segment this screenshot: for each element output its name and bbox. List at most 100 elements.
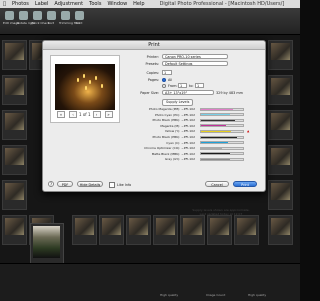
page-indicator: 1 of 1 bbox=[79, 112, 91, 117]
thumbnail[interactable] bbox=[268, 40, 293, 70]
supply-name: Magenta (M): ~PFI-102 bbox=[160, 123, 195, 128]
supply-name: Matte Black (MBK): ~PFI-102 bbox=[151, 151, 195, 156]
thumbnail[interactable] bbox=[72, 215, 97, 245]
thumbnail[interactable] bbox=[180, 215, 205, 245]
thumbnail[interactable] bbox=[268, 215, 293, 245]
supply-level-row: Photo Black (PBK): ~PFI-102 bbox=[131, 135, 261, 139]
supply-level-bar bbox=[200, 152, 244, 156]
status-mid: Image Count bbox=[206, 293, 226, 297]
thumbnail[interactable] bbox=[2, 110, 27, 140]
to-input[interactable]: 1 bbox=[195, 83, 204, 88]
supply-name: Photo Magenta (PM): ~PFI-102 bbox=[148, 107, 195, 111]
thumbnail[interactable] bbox=[234, 215, 259, 245]
supply-level-row: Cyan (C): ~PFI-102 bbox=[131, 141, 261, 145]
next-page-button[interactable]: › bbox=[92, 111, 101, 118]
sort-button[interactable]: Sort bbox=[45, 11, 57, 25]
paper-size-select[interactable]: A3+ 13"x19" bbox=[162, 90, 214, 95]
hide-details-button[interactable]: Hide Details bbox=[77, 181, 103, 187]
supply-level-fill bbox=[201, 153, 231, 155]
supply-level-row: Photo Cyan (PC): ~PFI-102 bbox=[131, 113, 261, 117]
pdf-button[interactable]: PDF bbox=[57, 181, 73, 187]
trimming-tool-button[interactable]: Trimming Tool bbox=[59, 11, 80, 25]
thumbnail[interactable] bbox=[2, 180, 27, 210]
thumbnail[interactable] bbox=[126, 215, 151, 245]
supply-name: Gray (GY): ~PFI-102 bbox=[164, 157, 195, 162]
supply-level-fill bbox=[201, 108, 233, 110]
panel-selector[interactable]: Supply Levels bbox=[162, 99, 194, 106]
selected-thumbnail[interactable] bbox=[30, 223, 64, 265]
supply-level-bar bbox=[200, 157, 244, 161]
print-confirm-button[interactable]: Print bbox=[233, 181, 257, 187]
pages-all-radio[interactable] bbox=[162, 78, 166, 82]
supply-level-row: Chroma Optimizer (CO): ~PFI-102 bbox=[131, 146, 261, 150]
print-button[interactable]: Print bbox=[73, 11, 85, 25]
pages-all-label: All bbox=[168, 78, 173, 82]
help-button[interactable]: ? bbox=[48, 181, 54, 187]
pages-label: Pages: bbox=[147, 78, 159, 82]
like-info-checkbox[interactable] bbox=[109, 182, 115, 188]
thumbnail[interactable] bbox=[2, 75, 27, 105]
thumbnail[interactable] bbox=[2, 145, 27, 175]
menu-help[interactable]: Help bbox=[133, 0, 144, 8]
warning-icon: ▲ bbox=[247, 129, 250, 134]
printer-label: Printer: bbox=[146, 55, 159, 59]
status-bar: High quality Image Count High quality bbox=[0, 263, 300, 301]
supply-level-fill bbox=[201, 125, 227, 127]
presets-label: Presets: bbox=[145, 62, 159, 66]
supply-name: Photo Black (PBK): ~PFI-102 bbox=[152, 135, 195, 139]
thumbnail[interactable] bbox=[268, 110, 293, 140]
menu-bar:  Photos Label Adjustment Tools Window H… bbox=[0, 0, 300, 8]
thumbnail[interactable] bbox=[207, 215, 232, 245]
thumbnail[interactable] bbox=[268, 180, 293, 210]
supply-note: Supply levels shown are approximate. Las… bbox=[192, 208, 250, 216]
pages-range-radio[interactable] bbox=[162, 84, 166, 88]
paper-dimensions: 329 by 483 mm bbox=[216, 91, 243, 95]
to-label: to: bbox=[189, 84, 194, 88]
menu-window[interactable]: Window bbox=[107, 0, 127, 8]
supply-level-fill bbox=[201, 136, 237, 138]
thumbnail[interactable] bbox=[268, 75, 293, 105]
menu-photos[interactable]: Photos bbox=[12, 0, 29, 8]
supply-level-row: Photo Magenta (PM): ~PFI-102 bbox=[131, 107, 261, 111]
last-page-button[interactable]: » bbox=[104, 111, 113, 118]
menu-label[interactable]: Label bbox=[35, 0, 49, 8]
edit-icon bbox=[4, 11, 14, 20]
copies-input[interactable]: 1 bbox=[162, 70, 172, 75]
from-label: From: bbox=[168, 84, 178, 88]
like-info-option[interactable]: Like Info bbox=[109, 182, 131, 188]
from-input[interactable]: 1 bbox=[178, 83, 187, 88]
thumbnail[interactable] bbox=[2, 215, 27, 245]
supply-level-fill bbox=[201, 130, 232, 132]
apple-icon[interactable]:  bbox=[3, 0, 6, 8]
supply-level-bar bbox=[200, 118, 244, 122]
menu-adjustment[interactable]: Adjustment bbox=[54, 0, 83, 8]
quick-check-icon bbox=[32, 11, 42, 20]
menu-tools[interactable]: Tools bbox=[89, 0, 101, 8]
supply-level-row: Matte Black (MBK): ~PFI-102 bbox=[131, 152, 261, 156]
cancel-button[interactable]: Cancel bbox=[205, 181, 229, 187]
supply-level-fill bbox=[201, 147, 222, 149]
page-navigator: « ‹ 1 of 1 › » bbox=[55, 111, 115, 118]
status-left: High quality bbox=[160, 293, 179, 297]
thumbnail[interactable] bbox=[2, 40, 27, 70]
dialog-title: Print bbox=[43, 41, 265, 50]
preview-photo bbox=[55, 64, 115, 110]
trim-icon bbox=[60, 11, 70, 20]
supply-level-bar bbox=[200, 124, 244, 128]
quick-check-button[interactable]: Quick Check bbox=[31, 11, 50, 25]
presets-select[interactable]: Default Settings bbox=[162, 61, 228, 66]
sort-icon bbox=[46, 11, 56, 20]
rotate-right-button[interactable]: Rotate right bbox=[17, 11, 35, 25]
supply-level-row: Yellow (Y): ~PFI-102 ▲ bbox=[131, 129, 261, 133]
toolbar: Edit image Rotate right Quick Check Sort… bbox=[0, 8, 300, 35]
previous-page-button[interactable]: ‹ bbox=[69, 111, 77, 118]
first-page-button[interactable]: « bbox=[57, 111, 65, 118]
thumbnail[interactable] bbox=[99, 215, 124, 245]
printer-select[interactable]: Canon PRO-10 series bbox=[162, 54, 228, 59]
supply-name: Cyan (C): ~PFI-102 bbox=[166, 140, 195, 145]
thumbnail[interactable] bbox=[153, 215, 178, 245]
thumbnail[interactable] bbox=[268, 145, 293, 175]
edit-image-button[interactable]: Edit image bbox=[3, 11, 19, 25]
supply-level-fill bbox=[201, 119, 235, 121]
supply-level-fill bbox=[201, 142, 229, 144]
